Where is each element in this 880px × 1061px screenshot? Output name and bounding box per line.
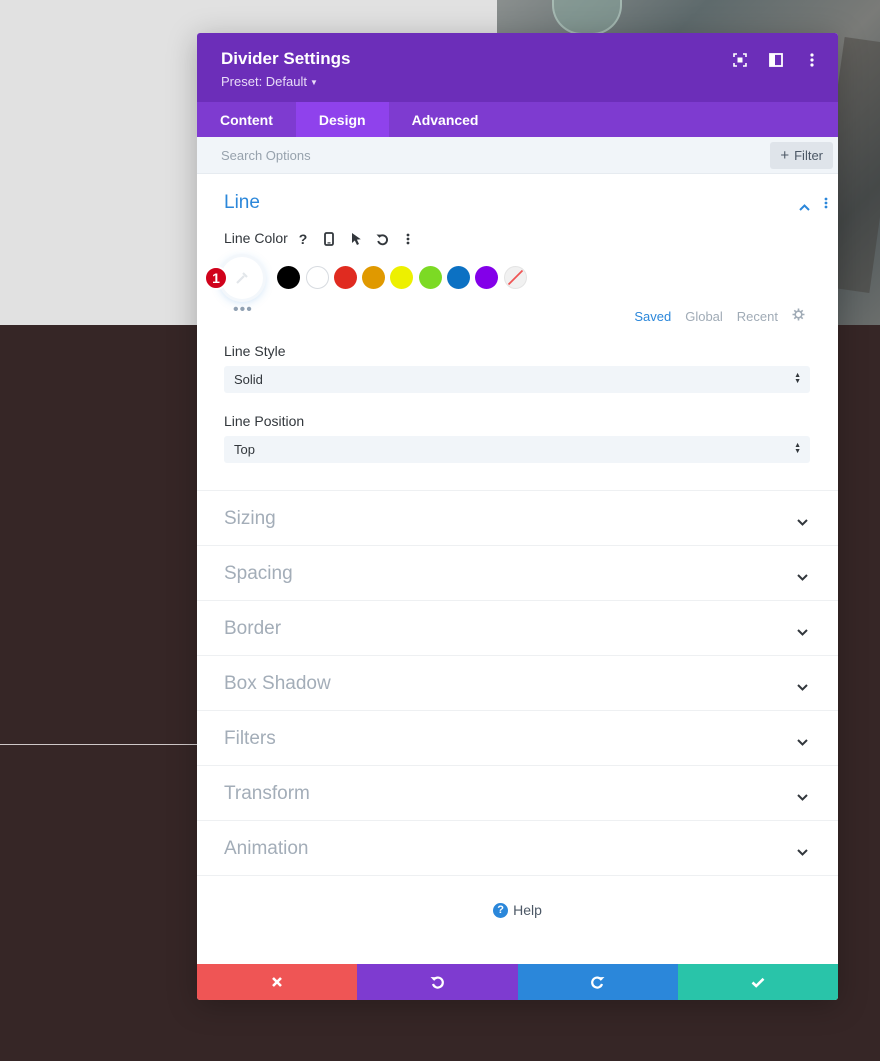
modal-footer xyxy=(197,964,838,1000)
swatch-yellow[interactable] xyxy=(390,266,413,289)
search-bar: + Filter xyxy=(197,137,838,174)
preset-label: Preset: Default xyxy=(221,74,307,89)
section-title: Filters xyxy=(224,728,276,749)
tab-design[interactable]: Design xyxy=(295,102,389,137)
select-arrows-icon: ▲ ▼ xyxy=(794,442,801,455)
glass-image-detail xyxy=(552,0,622,35)
close-icon xyxy=(272,977,283,987)
section-filters[interactable]: Filters xyxy=(197,711,838,766)
swatch-orange[interactable] xyxy=(362,266,385,289)
chevron-down-icon xyxy=(797,843,808,861)
chevron-down-icon xyxy=(797,568,808,586)
section-sizing[interactable]: Sizing xyxy=(197,491,838,546)
line-position-value: Top xyxy=(234,442,255,457)
line-color-label: Line Color xyxy=(224,230,288,246)
swatch-green[interactable] xyxy=(419,266,442,289)
tab-advanced[interactable]: Advanced xyxy=(389,102,502,137)
line-style-value: Solid xyxy=(234,372,263,387)
redo-button[interactable] xyxy=(517,964,678,1000)
section-title: Spacing xyxy=(224,563,293,584)
section-more-icon[interactable] xyxy=(824,196,828,214)
gear-icon[interactable] xyxy=(792,308,805,324)
caret-down-icon: ▼ xyxy=(310,78,318,88)
section-border[interactable]: Border xyxy=(197,601,838,656)
section-title: Animation xyxy=(224,838,309,859)
line-position-select[interactable]: Top ▲ ▼ xyxy=(224,436,810,463)
eyedropper-icon xyxy=(236,272,248,284)
step-badge: 1 xyxy=(204,266,228,290)
plus-icon: + xyxy=(780,147,790,164)
palette-tab-global[interactable]: Global xyxy=(685,309,723,324)
reset-icon[interactable] xyxy=(373,230,391,248)
no-color-icon xyxy=(504,266,527,289)
help-label: Help xyxy=(513,902,542,918)
section-title: Border xyxy=(224,618,282,639)
line-section-title[interactable]: Line xyxy=(224,192,260,214)
chevron-down-icon xyxy=(797,733,808,751)
undo-button[interactable] xyxy=(357,964,518,1000)
hover-cursor-icon[interactable] xyxy=(347,230,365,248)
settings-tabs: Content Design Advanced xyxy=(197,102,838,137)
section-box-shadow[interactable]: Box Shadow xyxy=(197,656,838,711)
checkmark-icon xyxy=(751,977,765,988)
swatch-blue[interactable] xyxy=(447,266,470,289)
chevron-down-icon xyxy=(797,678,808,696)
swatch-black[interactable] xyxy=(277,266,300,289)
help-circle-icon: ? xyxy=(493,902,509,918)
more-options-icon[interactable] xyxy=(802,50,822,70)
swatch-clear[interactable] xyxy=(504,266,527,289)
swatch-purple[interactable] xyxy=(475,266,498,289)
palette-tab-saved[interactable]: Saved xyxy=(634,309,671,324)
swatch-red[interactable] xyxy=(334,266,357,289)
modal-header[interactable]: Divider Settings Preset: Default ▼ xyxy=(197,33,838,102)
help-link[interactable]: ? Help xyxy=(197,902,838,918)
save-button[interactable] xyxy=(677,964,838,1000)
palette-tab-recent[interactable]: Recent xyxy=(737,309,778,324)
fullscreen-icon[interactable] xyxy=(730,50,750,70)
redo-icon xyxy=(590,976,605,989)
chevron-up-icon[interactable] xyxy=(799,198,810,216)
section-title: Box Shadow xyxy=(224,673,331,694)
section-animation[interactable]: Animation xyxy=(197,821,838,876)
divider-settings-modal: Divider Settings Preset: Default ▼ Conten… xyxy=(197,33,838,1000)
chevron-down-icon xyxy=(797,513,808,531)
tab-content[interactable]: Content xyxy=(197,102,296,137)
chevron-down-icon xyxy=(797,788,808,806)
help-question-icon[interactable]: ? xyxy=(294,230,312,248)
field-more-icon[interactable] xyxy=(399,230,417,248)
more-colors-icon[interactable]: ••• xyxy=(233,301,253,319)
search-options-input[interactable] xyxy=(221,137,621,174)
section-title: Sizing xyxy=(224,508,276,529)
section-title: Transform xyxy=(224,783,310,804)
section-transform[interactable]: Transform xyxy=(197,766,838,821)
split-view-icon[interactable] xyxy=(766,50,786,70)
cancel-button[interactable] xyxy=(197,964,358,1000)
mobile-responsive-icon[interactable] xyxy=(320,230,338,248)
filter-label: Filter xyxy=(794,148,823,163)
chevron-down-icon xyxy=(797,623,808,641)
modal-title: Divider Settings xyxy=(221,49,351,68)
palette-tabs: Saved Global Recent xyxy=(634,308,805,324)
line-section: Line Line Color ? 1 ••• Saved Global Rec… xyxy=(197,174,838,491)
swatch-white[interactable] xyxy=(306,266,329,289)
line-style-select[interactable]: Solid ▲ ▼ xyxy=(224,366,810,393)
select-arrows-icon: ▲ ▼ xyxy=(794,372,801,385)
line-position-label: Line Position xyxy=(224,413,305,429)
line-style-label: Line Style xyxy=(224,343,286,359)
section-spacing[interactable]: Spacing xyxy=(197,546,838,601)
undo-icon xyxy=(430,976,445,989)
preset-selector[interactable]: Preset: Default ▼ xyxy=(221,74,318,89)
filter-button[interactable]: + Filter xyxy=(770,142,833,169)
divider-line-preview xyxy=(0,744,200,745)
